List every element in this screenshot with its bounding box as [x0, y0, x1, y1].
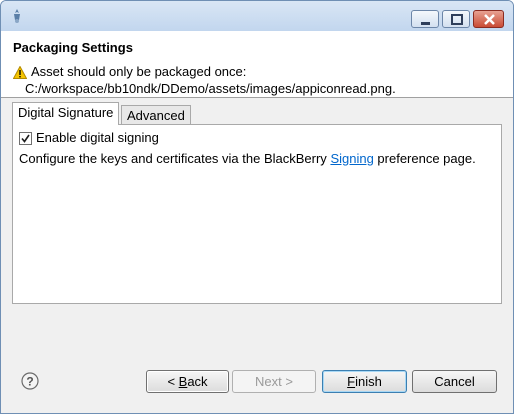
app-icon [14, 9, 20, 23]
warning-path: C:/workspace/bb10ndk/DDemo/assets/images… [25, 81, 396, 96]
desc-text-before: Configure the keys and certificates via … [19, 151, 331, 166]
dialog-header: Packaging Settings Asset should only be … [1, 31, 513, 98]
title-bar[interactable] [1, 1, 513, 31]
signing-description: Configure the keys and certificates via … [19, 151, 476, 166]
page-title: Packaging Settings [13, 40, 133, 55]
back-button[interactable]: < Back [146, 370, 229, 393]
svg-text:?: ? [26, 375, 33, 389]
warning-message: Asset should only be packaged once: [31, 64, 247, 79]
maximize-icon [451, 14, 463, 25]
desc-text-after: preference page. [373, 151, 476, 166]
back-rest: ack [187, 374, 208, 389]
close-button[interactable] [473, 10, 504, 28]
signing-link[interactable]: Signing [330, 151, 373, 166]
checkmark-icon [21, 134, 30, 143]
finish-mnemonic: F [347, 374, 356, 389]
back-prefix: < [167, 374, 179, 389]
next-button[interactable]: Next > [232, 370, 316, 393]
finish-rest: inish [355, 374, 382, 389]
tab-panel: Enable digital signing Configure the key… [12, 124, 502, 304]
enable-signing-label[interactable]: Enable digital signing [36, 130, 159, 145]
enable-signing-checkbox[interactable] [19, 132, 32, 145]
cancel-button[interactable]: Cancel [412, 370, 497, 393]
minimize-icon [421, 22, 430, 25]
tab-digital-signature[interactable]: Digital Signature [12, 102, 120, 125]
minimize-button[interactable] [411, 10, 439, 28]
help-icon[interactable]: ? [21, 372, 39, 390]
close-icon [484, 14, 495, 25]
packaging-settings-dialog: Packaging Settings Asset should only be … [0, 0, 514, 414]
finish-button[interactable]: Finish [322, 370, 407, 393]
tab-advanced[interactable]: Advanced [121, 105, 191, 125]
maximize-button[interactable] [442, 10, 470, 28]
warning-icon [13, 66, 27, 79]
